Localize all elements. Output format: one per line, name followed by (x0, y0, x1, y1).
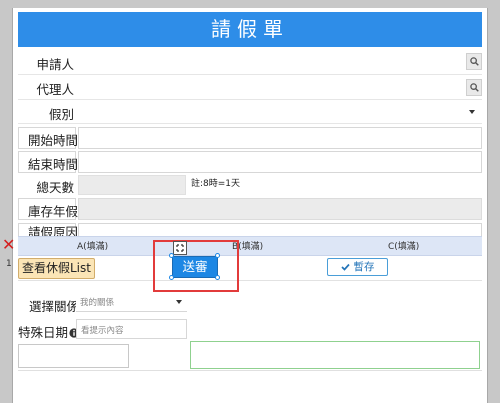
check-icon (340, 263, 350, 271)
grid-header: A(填滿) B(填滿) C(填滿) (18, 236, 482, 256)
agent-label: 代理人 (36, 82, 74, 97)
chevron-down-icon (176, 300, 182, 304)
grid-row-line (18, 280, 482, 281)
end-time-field[interactable] (78, 151, 482, 173)
resize-handle[interactable] (169, 275, 174, 280)
divider (18, 99, 482, 100)
search-icon (470, 57, 479, 66)
total-days-label: 總天數 (36, 180, 74, 195)
special-date-label: 特殊日期 (18, 322, 79, 341)
resize-handle[interactable] (215, 253, 220, 258)
total-days-field (78, 175, 186, 195)
resize-handle[interactable] (169, 253, 174, 258)
search-icon (470, 83, 479, 92)
row-number: 1 (6, 259, 12, 269)
resize-handle[interactable] (215, 275, 220, 280)
view-leave-list-button[interactable]: 查看休假List (18, 258, 95, 279)
start-time-field[interactable] (78, 127, 482, 149)
column-header-c: C(填滿) (388, 242, 420, 252)
save-draft-label: 暫存 (353, 261, 375, 273)
end-time-label: 結束時間 (28, 157, 79, 172)
annual-leave-field (78, 198, 482, 220)
applicant-search-button[interactable] (466, 53, 482, 70)
leave-type-select[interactable] (76, 101, 482, 122)
select-relation-label: 選擇關係 (29, 299, 80, 314)
submit-button[interactable]: 送審 (172, 256, 218, 278)
special-date-label-text: 特殊日期 (18, 325, 69, 340)
move-handle-icon[interactable] (173, 241, 187, 255)
divider (18, 370, 482, 371)
agent-search-button[interactable] (466, 79, 482, 96)
bottom-left-box (18, 344, 129, 368)
applicant-label: 申請人 (36, 57, 74, 72)
leave-type-label: 假別 (48, 107, 74, 122)
annual-leave-label: 庫存年假 (28, 204, 79, 219)
total-days-note: 註:8時=1天 (191, 179, 241, 189)
form-title: 請假單 (18, 12, 482, 47)
applicant-field[interactable] (76, 51, 482, 72)
agent-field[interactable] (76, 76, 482, 97)
chevron-down-icon (469, 110, 475, 114)
select-relation-placeholder: 我的關係 (80, 298, 115, 308)
select-relation-dropdown[interactable]: 我的關係 (76, 293, 187, 312)
leave-reason-field[interactable] (78, 223, 482, 237)
save-draft-button[interactable]: 暫存 (327, 258, 388, 276)
column-header-a: A(填滿) (77, 242, 109, 252)
divider (18, 74, 482, 75)
leave-reason-label: 請假原因 (28, 225, 79, 236)
special-date-placeholder: 看提示內容 (81, 326, 124, 336)
special-date-field[interactable]: 看提示內容 (76, 319, 187, 339)
divider (18, 123, 482, 124)
delete-icon[interactable]: ✕ (2, 237, 15, 253)
bottom-right-box (190, 341, 480, 369)
start-time-label: 開始時間 (28, 133, 79, 148)
